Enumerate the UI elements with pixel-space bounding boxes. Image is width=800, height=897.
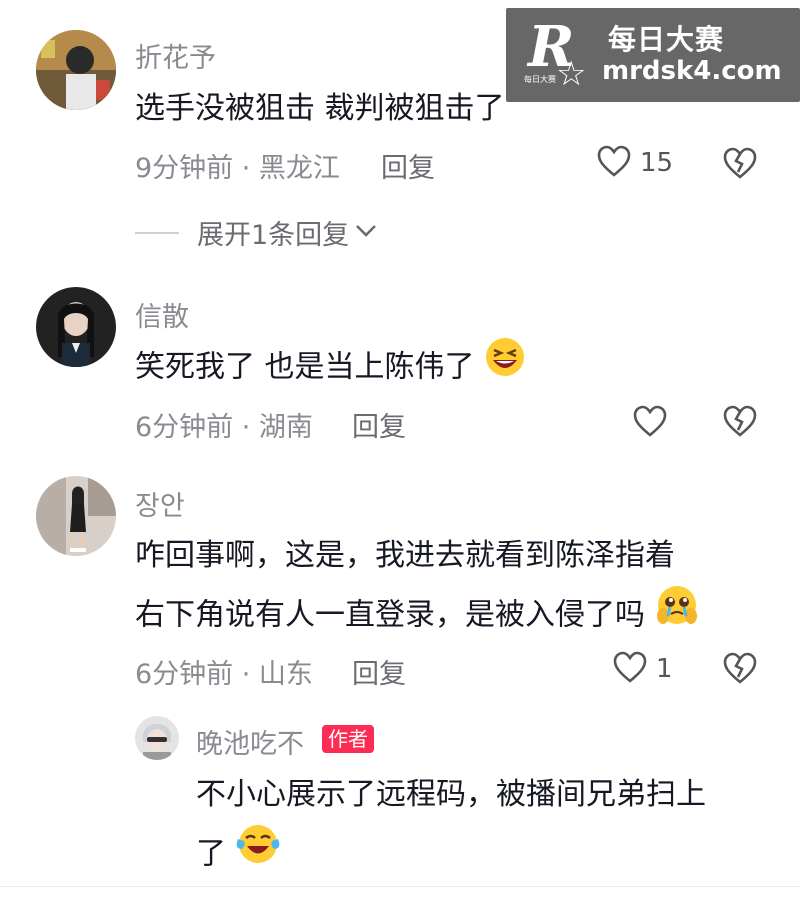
- comment-meta: 9分钟前 · 黑龙江: [135, 153, 340, 184]
- crying-laughing-emoji-icon: [236, 823, 280, 887]
- watermark-url: mrdsk4.com: [602, 56, 782, 86]
- reply-button[interactable]: 回复: [381, 146, 435, 185]
- dislike-button[interactable]: [722, 404, 758, 442]
- broken-heart-icon: [722, 405, 758, 442]
- reply-button[interactable]: 回复: [352, 652, 406, 691]
- avatar[interactable]: [36, 476, 116, 556]
- watermark-logo-small: 每日大赛: [524, 75, 556, 84]
- like-count: 15: [640, 148, 674, 178]
- star-icon: ☆: [556, 54, 587, 94]
- comment-text-content: 笑死我了 也是当上陈伟了: [135, 349, 475, 385]
- broken-heart-icon: [722, 147, 758, 184]
- reply-text-line-2: 了: [196, 823, 280, 887]
- author-badge: 作者: [322, 725, 374, 753]
- comment-text-line-1: 咋回事啊，这是，我进去就看到陈泽指着: [135, 538, 675, 573]
- avatar[interactable]: [36, 30, 116, 110]
- heart-icon: [596, 144, 632, 182]
- avatar[interactable]: [135, 716, 179, 760]
- divider-line: [135, 231, 179, 234]
- laughing-emoji-icon: [484, 336, 526, 400]
- avatar[interactable]: [36, 287, 116, 367]
- like-button[interactable]: 1: [612, 650, 673, 688]
- chevron-down-icon: [355, 223, 377, 242]
- username[interactable]: 晚池吃不: [196, 722, 304, 761]
- heart-icon: [632, 404, 668, 442]
- comment-text-content: 右下角说有人一直登录，是被入侵了吗: [135, 597, 645, 633]
- username[interactable]: 信散: [135, 295, 189, 334]
- comment-text: 选手没被狙击 裁判被狙击了: [135, 91, 505, 126]
- like-button[interactable]: [632, 404, 668, 442]
- comment-meta: 6分钟前 · 湖南: [135, 412, 313, 443]
- dislike-button[interactable]: [722, 651, 758, 689]
- comment-meta: 6分钟前 · 山东: [135, 659, 313, 690]
- username[interactable]: 장안: [135, 484, 185, 523]
- watermark: R ☆ 每日大赛 每日大赛 mrdsk4.com: [506, 8, 800, 102]
- reply-text-line-1: 不小心展示了远程码，被播间兄弟扫上: [196, 777, 706, 812]
- reply-button[interactable]: 回复: [352, 405, 406, 444]
- expand-replies[interactable]: 展开1条回复: [135, 213, 377, 252]
- reply-text-content: 了: [196, 836, 226, 872]
- watermark-brand: 每日大赛: [608, 23, 725, 56]
- heart-icon: [612, 650, 648, 688]
- like-button[interactable]: 15: [596, 144, 673, 182]
- comment-text: 笑死我了 也是当上陈伟了: [135, 336, 526, 400]
- broken-heart-icon: [722, 652, 758, 689]
- dislike-button[interactable]: [722, 146, 758, 184]
- like-count: 1: [656, 654, 673, 684]
- bottom-divider: [0, 886, 800, 887]
- comment-text-line-2: 右下角说有人一直登录，是被入侵了吗: [135, 584, 699, 648]
- username[interactable]: 折花予: [135, 36, 216, 75]
- expand-label: 展开1条回复: [197, 220, 350, 251]
- pleading-emoji-icon: [655, 584, 699, 648]
